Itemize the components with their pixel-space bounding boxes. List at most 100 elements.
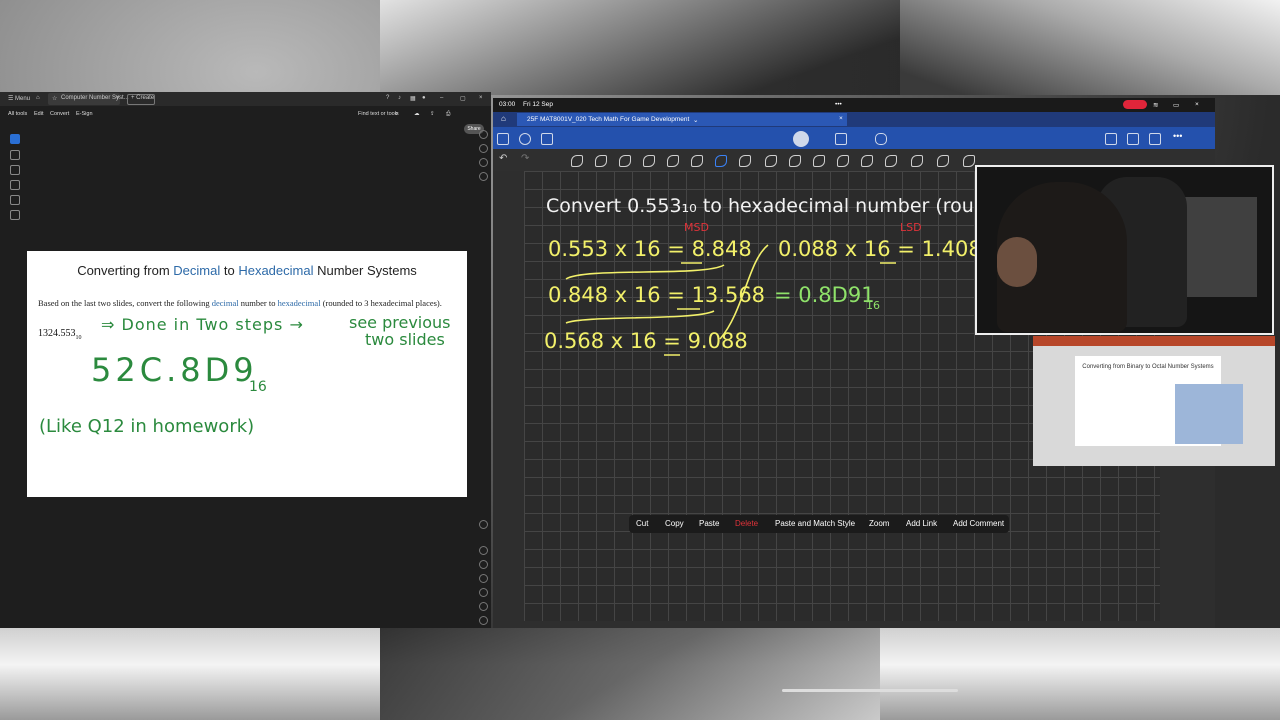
fit-page-icon[interactable] [479, 588, 488, 597]
context-cut[interactable]: Cut [636, 519, 648, 528]
close-tab-icon[interactable]: × [839, 115, 843, 122]
pencil-icon[interactable] [595, 155, 607, 167]
handwriting-answer: 52C.8D9 [91, 351, 258, 389]
minimize-icon[interactable]: – [440, 95, 443, 101]
highlighter-icon[interactable] [643, 155, 655, 167]
star-icon[interactable]: ☆ [52, 95, 57, 102]
context-zoom[interactable]: Zoom [869, 519, 889, 528]
stamp-tool-icon[interactable] [10, 210, 20, 220]
more-dots-icon[interactable]: ••• [835, 101, 842, 108]
context-paste-match-style[interactable]: Paste and Match Style [775, 519, 855, 528]
pen-icon[interactable] [571, 155, 583, 167]
menu-button[interactable]: ☰ Menu [8, 95, 30, 102]
edit-tab[interactable]: Edit [34, 111, 43, 117]
context-add-comment[interactable]: Add Comment [953, 519, 1004, 528]
laser-icon[interactable] [739, 155, 751, 167]
close-tab-icon[interactable]: × [116, 95, 120, 101]
context-add-link[interactable]: Add Link [906, 519, 937, 528]
background-window [1177, 197, 1257, 297]
lasso-icon[interactable] [691, 155, 703, 167]
more-icon[interactable]: ••• [1173, 131, 1182, 141]
close-icon[interactable]: × [1195, 101, 1199, 108]
bookmark-icon[interactable] [479, 144, 488, 153]
zoom-in-icon[interactable] [479, 602, 488, 611]
acrobat-titlebar: ☰ Menu ⌂ ☆ Computer Number Syst... × + C… [0, 92, 491, 106]
save-cloud-icon[interactable]: ☁ [414, 111, 420, 117]
bookmark-icon[interactable] [1127, 133, 1139, 145]
comment-icon[interactable] [479, 130, 488, 139]
highlight-tool-icon[interactable] [10, 180, 20, 190]
redo-icon[interactable]: ↷ [521, 153, 529, 164]
pages-icon[interactable] [479, 158, 488, 167]
left-toolbar [6, 130, 22, 330]
body-text: hexadecimal [277, 298, 321, 308]
record-indicator [1123, 100, 1147, 109]
wifi-icon: ≋ [1153, 102, 1159, 109]
keyboard-icon[interactable] [835, 133, 847, 145]
all-tools-tab[interactable]: All tools [8, 111, 27, 117]
slide-instructions: Based on the last two slides, convert th… [38, 297, 458, 309]
timer-icon[interactable] [911, 155, 923, 167]
pdf-page: Converting from Decimal to Hexadecimal N… [27, 251, 467, 497]
top-toolbar: ••• [493, 127, 1215, 149]
eraser-icon[interactable] [619, 155, 631, 167]
photo-icon[interactable] [837, 155, 849, 167]
status-date: Fri 12 Sep [523, 101, 553, 108]
battery-icon: ▭ [1173, 102, 1180, 109]
add-page-icon[interactable] [1105, 133, 1117, 145]
search-icon[interactable]: ⌕ [395, 111, 398, 118]
home-indicator[interactable] [782, 689, 958, 692]
print-icon[interactable]: ⎙ [446, 111, 450, 118]
upload-icon[interactable]: ⇪ [430, 111, 435, 117]
home-icon[interactable]: ⌂ [36, 95, 40, 101]
rotate-icon[interactable] [479, 574, 488, 583]
image-icon[interactable] [789, 155, 801, 167]
page-down-icon[interactable] [479, 560, 488, 569]
handwriting-note: (Like Q12 in homework) [39, 416, 255, 437]
text-icon[interactable] [813, 155, 825, 167]
sparkle-icon[interactable] [541, 133, 553, 145]
convert-tab[interactable]: Convert [50, 111, 69, 117]
layers-icon[interactable] [479, 172, 488, 181]
document-tabbar: ⌂ 25F MAT8001V_020 Tech Math For Game De… [493, 112, 1215, 127]
presenter-face [997, 237, 1037, 287]
bell-icon[interactable]: ♪ [398, 95, 401, 101]
help-icon[interactable]: ? [386, 95, 389, 101]
zoom-tool-icon[interactable] [10, 150, 20, 160]
sticker-icon[interactable] [765, 155, 777, 167]
avatar[interactable]: ● [422, 95, 426, 101]
home-icon[interactable]: ⌂ [501, 114, 506, 123]
page-number-icon[interactable] [479, 520, 488, 529]
lasso-active-icon[interactable] [715, 155, 727, 167]
select-icon[interactable] [963, 155, 975, 167]
document-tab[interactable]: 25F MAT8001V_020 Tech Math For Game Deve… [517, 113, 847, 126]
context-copy[interactable]: Copy [665, 519, 684, 528]
share-icon[interactable] [1149, 133, 1161, 145]
document-title: 25F MAT8001V_020 Tech Math For Game Deve… [527, 116, 690, 123]
close-icon[interactable]: × [479, 95, 483, 101]
zoom-icon[interactable] [937, 155, 949, 167]
chevron-down-icon[interactable]: ⌄ [693, 116, 698, 124]
menu-label: Menu [15, 96, 31, 102]
find-input[interactable]: Find text or tools [358, 111, 399, 117]
pencil-mode-icon[interactable] [793, 131, 809, 147]
shapes-icon[interactable] [667, 155, 679, 167]
microphone-icon[interactable] [875, 133, 887, 145]
esign-tab[interactable]: E-Sign [76, 111, 93, 117]
maximize-icon[interactable]: ▢ [460, 95, 466, 102]
search-icon[interactable] [519, 133, 531, 145]
zoom-out-icon[interactable] [479, 616, 488, 625]
body-text: number to [238, 298, 278, 308]
pen-tool-icon[interactable] [10, 165, 20, 175]
ruler-icon[interactable] [861, 155, 873, 167]
grid-icon[interactable] [497, 133, 509, 145]
background-streak [900, 0, 1280, 95]
select-tool-icon[interactable] [10, 134, 20, 144]
context-paste[interactable]: Paste [699, 519, 719, 528]
link-icon[interactable] [885, 155, 897, 167]
context-delete[interactable]: Delete [735, 519, 758, 528]
page-up-icon[interactable] [479, 546, 488, 555]
undo-icon[interactable]: ↶ [499, 153, 507, 164]
apps-icon[interactable]: ▦ [410, 95, 416, 102]
image-tool-icon[interactable] [10, 195, 20, 205]
